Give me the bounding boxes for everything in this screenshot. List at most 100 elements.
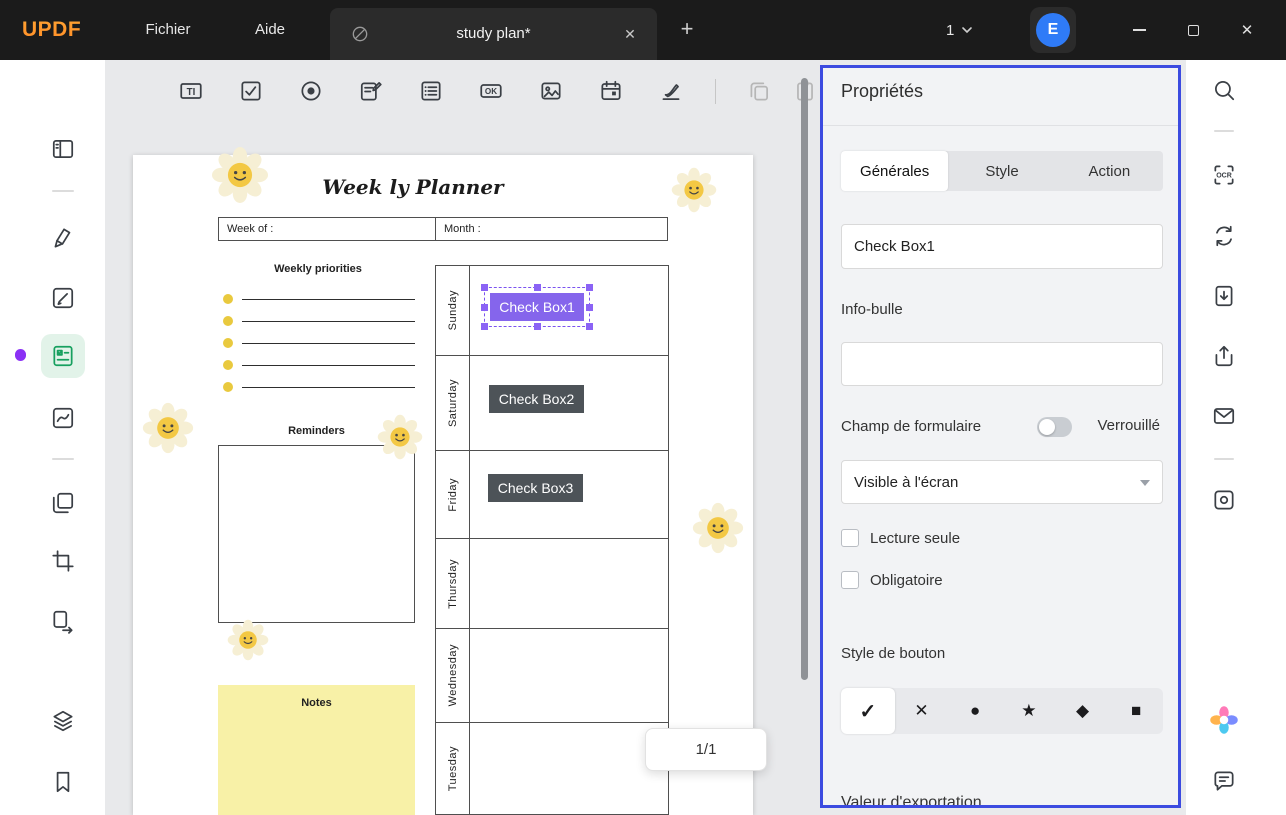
active-group-indicator <box>15 349 26 361</box>
readonly-label: Lecture seule <box>870 530 960 547</box>
day-label: Thursday <box>447 559 459 609</box>
pdf-page[interactable]: Week ly Planner Week of : Month : Weekly… <box>133 155 753 815</box>
checkbox-field-2-label: Check Box2 <box>499 391 574 407</box>
text-field-glyph: TI <box>187 87 196 98</box>
window-maximize-button[interactable] <box>1171 0 1215 60</box>
reader-view-icon[interactable] <box>50 136 76 162</box>
chat-icon[interactable] <box>1211 768 1237 794</box>
toggle-knob <box>1039 419 1055 435</box>
search-icon[interactable] <box>1211 77 1237 103</box>
slideshow-icon[interactable] <box>1211 487 1237 513</box>
day-grid: Sunday Saturday Friday Thursday Wednesda… <box>435 265 669 815</box>
weekly-priorities-label: Weekly priorities <box>218 263 418 275</box>
toolbar-divider <box>715 79 716 104</box>
window-close-button[interactable]: ✕ <box>1225 0 1269 60</box>
updf-logo: UPDF <box>22 0 81 60</box>
convert-icon[interactable] <box>50 608 76 634</box>
bookmark-icon[interactable] <box>50 769 76 795</box>
menu-aide[interactable]: Aide <box>246 0 294 60</box>
menu-fichier[interactable]: Fichier <box>140 0 196 60</box>
tab-generales[interactable]: Générales <box>841 151 948 191</box>
tab-style-label: Style <box>985 163 1018 180</box>
checkbox-field-1[interactable]: Check Box1 <box>490 293 584 321</box>
readonly-row[interactable]: Lecture seule <box>841 529 960 547</box>
checkbox-field-3[interactable]: Check Box3 <box>488 474 583 502</box>
checkbox-field-tool-icon[interactable] <box>238 78 264 104</box>
planner-title: Week ly Planner <box>263 175 563 199</box>
sign-icon[interactable] <box>50 405 76 431</box>
account-button[interactable]: E <box>1030 7 1076 53</box>
convert-icon[interactable] <box>1211 223 1237 249</box>
list-box-field-tool-icon[interactable] <box>418 78 444 104</box>
page-indicator[interactable]: 1/1 <box>645 728 767 771</box>
ai-assistant-icon[interactable] <box>1209 705 1239 735</box>
day-row: Wednesday <box>436 629 668 723</box>
tooltip-input[interactable] <box>841 342 1163 386</box>
annotate-icon[interactable] <box>50 225 76 251</box>
share-icon[interactable] <box>1211 343 1237 369</box>
divider <box>823 125 1178 126</box>
titlebar: UPDF Fichier Aide study plan* ✕ + 1 E ✕ <box>0 0 1286 60</box>
notes-box: Notes <box>218 685 415 815</box>
layers-icon[interactable] <box>50 708 76 734</box>
style-square-option[interactable]: ■ <box>1109 688 1163 734</box>
new-tab-button[interactable]: + <box>672 14 702 44</box>
compress-icon[interactable] <box>1211 283 1237 309</box>
combo-box-field-tool-icon[interactable] <box>358 78 384 104</box>
vertical-scrollbar[interactable] <box>801 78 808 680</box>
tab-action[interactable]: Action <box>1056 151 1163 191</box>
copy-icon[interactable] <box>746 78 772 104</box>
style-star-option[interactable]: ★ <box>1002 688 1056 734</box>
locked-label: Verrouillé <box>1097 417 1160 434</box>
week-of-label: Week of : <box>219 218 436 240</box>
required-row[interactable]: Obligatoire <box>841 571 943 589</box>
visibility-select[interactable]: Visible à l'écran <box>841 460 1163 504</box>
button-field-tool-icon[interactable]: OK <box>478 78 504 104</box>
radio-button-field-tool-icon[interactable] <box>298 78 324 104</box>
edit-icon[interactable] <box>50 285 76 311</box>
page-count-value: 1 <box>946 22 954 39</box>
properties-tabs: Générales Style Action <box>841 151 1163 191</box>
day-label: Sunday <box>447 290 459 330</box>
tab-close-icon[interactable]: ✕ <box>619 23 641 45</box>
text-field-tool-icon[interactable]: TI <box>178 78 204 104</box>
style-cross-option[interactable]: ✕ <box>895 688 949 734</box>
required-checkbox[interactable] <box>841 571 859 589</box>
image-field-tool-icon[interactable] <box>538 78 564 104</box>
style-check-option[interactable]: ✓ <box>841 688 895 734</box>
reminders-box <box>218 445 415 623</box>
ocr-glyph: OCR <box>1216 172 1232 179</box>
signature-field-tool-icon[interactable] <box>658 78 684 104</box>
left-tool-rail <box>0 60 105 815</box>
right-tool-rail: OCR <box>1186 60 1286 815</box>
checkbox-field-2[interactable]: Check Box2 <box>489 385 584 413</box>
flower-decoration <box>211 146 269 204</box>
style-circle-option[interactable]: ● <box>948 688 1002 734</box>
checkbox-field-3-label: Check Box3 <box>498 480 573 496</box>
tab-style[interactable]: Style <box>948 151 1055 191</box>
ocr-icon[interactable]: OCR <box>1211 162 1237 188</box>
day-row: Tuesday <box>436 723 668 814</box>
email-icon[interactable] <box>1211 403 1237 429</box>
field-name-input[interactable] <box>841 224 1163 269</box>
chevron-down-icon <box>1140 480 1150 486</box>
priority-line <box>218 337 415 349</box>
updf-app: UPDF Fichier Aide study plan* ✕ + 1 E ✕ <box>0 0 1286 815</box>
forms-icon[interactable] <box>50 343 76 369</box>
day-label: Wednesday <box>447 644 459 706</box>
day-label: Tuesday <box>447 746 459 791</box>
style-diamond-option[interactable]: ◆ <box>1056 688 1110 734</box>
readonly-checkbox[interactable] <box>841 529 859 547</box>
organize-pages-icon[interactable] <box>50 490 76 516</box>
window-minimize-button[interactable] <box>1117 0 1161 60</box>
checkbox-field-1-label: Check Box1 <box>499 299 574 315</box>
flower-decoration <box>377 414 423 460</box>
crop-icon[interactable] <box>50 548 76 574</box>
divider <box>52 458 74 460</box>
required-label: Obligatoire <box>870 572 943 589</box>
button-style-label: Style de bouton <box>841 645 945 662</box>
locked-toggle[interactable] <box>1037 417 1072 437</box>
document-tab[interactable]: study plan* ✕ <box>330 8 657 60</box>
page-count-dropdown[interactable]: 1 <box>946 0 973 60</box>
date-field-tool-icon[interactable] <box>598 78 624 104</box>
